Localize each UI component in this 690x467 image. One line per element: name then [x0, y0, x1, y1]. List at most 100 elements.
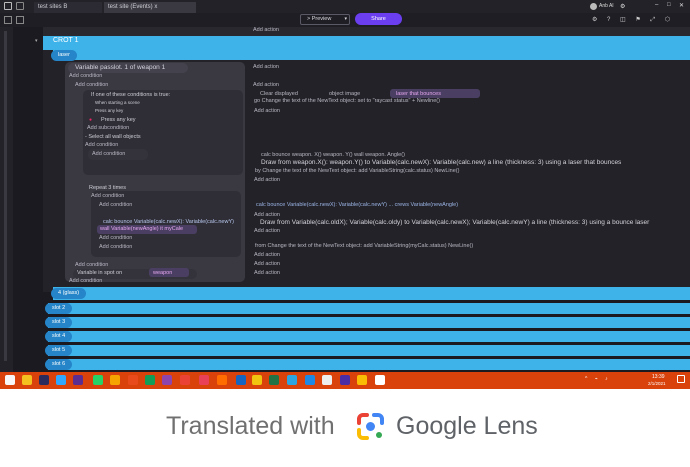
add-condition-link[interactable]: Add condition [75, 262, 108, 268]
clock-time: 13:39 [652, 374, 665, 380]
start-icon[interactable] [5, 375, 15, 385]
taskbar-app-icon[interactable] [199, 375, 209, 385]
group-header-laser[interactable]: laser [51, 50, 77, 61]
taskbar-app-icon[interactable] [39, 375, 49, 385]
taskbar-app-icon[interactable] [340, 375, 350, 385]
notification-icon[interactable] [677, 375, 685, 383]
add-action-link[interactable]: Add action [254, 177, 280, 183]
add-action-link[interactable]: Add action [254, 212, 280, 218]
event-row [43, 27, 690, 36]
taskbar-app-icon[interactable] [93, 375, 103, 385]
taskbar-app-icon[interactable] [145, 375, 155, 385]
taskbar-app-icon[interactable] [128, 375, 138, 385]
add-condition-link[interactable]: Add condition [99, 235, 132, 241]
add-action-link[interactable]: Add action [253, 64, 279, 70]
add-condition-link[interactable]: Add condition [69, 73, 102, 79]
draw-from-weapon-text: Draw from weapon.X(): weapon.Y() to Vari… [261, 159, 622, 166]
object-image: object image [329, 91, 361, 97]
chevron-down-icon: ▾ [35, 38, 38, 44]
add-condition-link[interactable]: Add condition [75, 82, 108, 88]
variable-spot-text: Variable in spot on [77, 270, 123, 276]
close-icon[interactable]: ✕ [679, 2, 684, 9]
variable-passlot-text: Variable passlot. 1 of weapon 1 [75, 64, 166, 71]
key-icon: ● [89, 117, 93, 123]
chevron-down-icon: ▾ [344, 16, 347, 22]
add-condition-link[interactable]: Add condition [92, 151, 125, 157]
add-condition-link[interactable]: Add condition [99, 202, 132, 208]
from-change-text: from Change the text of the NewText obje… [255, 243, 474, 249]
group-glass-bar [53, 287, 690, 300]
tab-test-sites-b[interactable]: test sites B [34, 2, 102, 13]
google-lens-brand: Google Lens [396, 412, 538, 440]
taskbar-app-icon[interactable] [180, 375, 190, 385]
left-rail [0, 27, 13, 372]
by-change-text: by Change the text of the NewText object… [255, 168, 460, 174]
add-action-link[interactable]: Add action [253, 27, 279, 33]
add-action-link[interactable]: Add action [253, 82, 279, 88]
taskbar-app-icon[interactable] [305, 375, 315, 385]
slot-2-header[interactable]: slot 2 [45, 303, 73, 314]
translated-with-text: Translated with [166, 412, 335, 440]
maximize-icon[interactable]: □ [667, 2, 671, 8]
add-action-link[interactable]: Add action [254, 261, 280, 267]
taskbar-app-icon[interactable] [22, 375, 32, 385]
share-button[interactable]: Share [355, 13, 402, 25]
wall-variable-text: wall Variable(newAngle) it myCale [100, 226, 184, 232]
minimize-icon[interactable]: – [655, 2, 658, 8]
draw-from-old-text: Draw from Variable(calc.oldX); Variable(… [260, 219, 650, 226]
calc-bounce-2: calc bounce Variable(calc.newX): Variabl… [256, 202, 459, 208]
menu-icon[interactable] [4, 16, 12, 24]
slot-5-header[interactable]: slot 5 [45, 345, 73, 356]
add-action-link[interactable]: Add action [254, 108, 280, 114]
grid-icon[interactable] [16, 16, 24, 24]
google-lens-icon [355, 411, 386, 442]
window-icon[interactable] [16, 2, 24, 10]
group-header-glass[interactable]: 4 (glass) [51, 288, 87, 299]
event-sheet[interactable]: Add action ▾ CROT 1 laser Variable passl… [13, 27, 690, 372]
press-any-key: Press any key [101, 117, 136, 123]
preview-button[interactable]: > Preview ▾ [300, 14, 350, 25]
user-name: Anb Al [599, 3, 614, 9]
select-all-walls: - Select all wall objects [85, 134, 141, 140]
laser-bounces-text: laser that bounces [396, 91, 441, 97]
user-avatar[interactable] [590, 3, 597, 10]
add-condition-link[interactable]: Add condition [85, 142, 118, 148]
settings-icon[interactable]: ⚙ [620, 3, 625, 10]
taskbar-app-icon[interactable] [110, 375, 120, 385]
weapon-text: weapon [153, 270, 173, 276]
taskbar-app-icon[interactable] [375, 375, 385, 385]
add-action-link[interactable]: Add action [254, 270, 280, 276]
taskbar-app-icon[interactable] [217, 375, 227, 385]
slot-bar [48, 345, 690, 356]
press-any-key-small: Press any key [95, 108, 124, 113]
taskbar-app-icon[interactable] [357, 375, 367, 385]
add-condition-link[interactable]: Add condition [91, 193, 124, 199]
tab-bar: test sites B test site (Events) x Anb Al… [0, 0, 690, 13]
taskbar-app-icon[interactable] [287, 375, 297, 385]
slot-3-header[interactable]: slot 3 [45, 317, 73, 328]
taskbar-app-icon[interactable] [322, 375, 332, 385]
add-condition-link[interactable]: Add condition [99, 244, 132, 250]
slot-4-header[interactable]: slot 4 [45, 331, 73, 342]
slot-6-header[interactable]: slot 6 [45, 359, 73, 370]
group-header-crot[interactable]: ▾ CROT 1 [35, 36, 690, 48]
if-one-text: If one of these conditions is true: [91, 92, 171, 98]
add-subcondition-link[interactable]: Add subcondition [87, 125, 129, 131]
scroll-indicator[interactable] [4, 31, 7, 361]
add-action-link[interactable]: Add action [254, 228, 280, 234]
right-toolbar-icons[interactable]: ⚙ ? ◫ ⚑ ⤢ ⬡ [592, 16, 674, 24]
lens-footer [0, 389, 690, 467]
add-condition-link[interactable]: Add condition [69, 278, 102, 284]
taskbar-app-icon[interactable] [73, 375, 83, 385]
add-action-link[interactable]: Add action [254, 252, 280, 258]
taskbar-app-icon[interactable] [269, 375, 279, 385]
taskbar-app-icon[interactable] [56, 375, 66, 385]
taskbar-app-icon[interactable] [252, 375, 262, 385]
taskbar-app-icon[interactable] [162, 375, 172, 385]
system-tray[interactable]: ^ ⌁ ♪ [585, 376, 611, 382]
clock-date: 2/1/2021 [648, 381, 666, 386]
home-icon[interactable] [4, 2, 12, 10]
tab-test-site-events[interactable]: test site (Events) x [104, 2, 196, 13]
taskbar-app-icon[interactable] [236, 375, 246, 385]
calc-bounce-text: calc bounce weapon. X() weapon. Y() wall… [261, 152, 405, 158]
